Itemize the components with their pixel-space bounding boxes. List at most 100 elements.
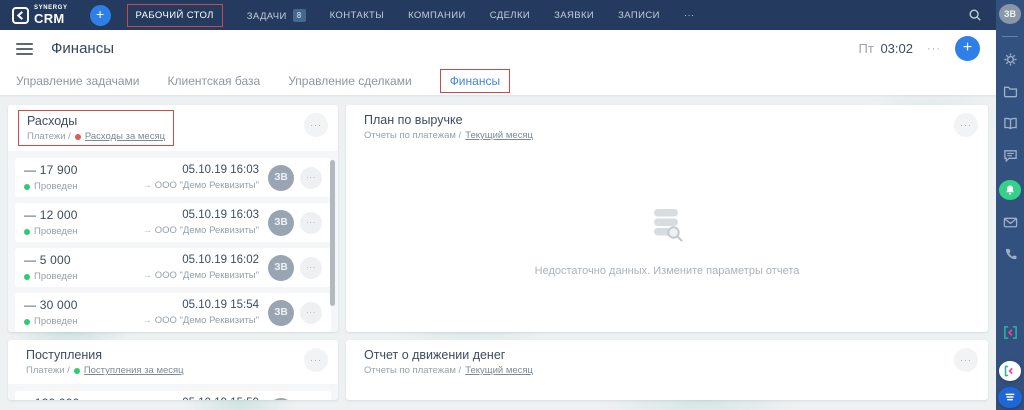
arrow-right-icon: → — [142, 225, 153, 236]
payment-counterparty: ООО "Демо Реквизиты" — [154, 315, 259, 326]
tasks-badge: 8 — [292, 8, 306, 22]
mail-envelope-icon[interactable] — [1003, 215, 1018, 230]
payment-datetime: 05.10.19 16:03 — [182, 164, 259, 176]
expenses-list: — 17 900 Проведен 05.10.19 16:03 → ООО "… — [8, 151, 338, 332]
empty-state-text: Недостаточно данных. Измените параметры … — [534, 265, 800, 277]
expenses-crumb: Платежи / — [27, 131, 71, 142]
brand-bottom: CRM — [34, 11, 65, 26]
synergy-launcher-icon[interactable] — [999, 361, 1021, 381]
list-scrollbar[interactable] — [330, 160, 335, 306]
search-icon[interactable] — [968, 8, 982, 22]
menu-item-desktop[interactable]: РАБОЧИЙ СТОЛ — [126, 3, 223, 27]
payment-row[interactable]: — 5 000 Проведен 05.10.19 16:02 → ООО "Д… — [15, 248, 331, 287]
tab-deal-management[interactable]: Управление сделками — [288, 74, 411, 88]
menu-item-contacts[interactable]: КОНТАКТЫ — [330, 10, 384, 21]
menu-item-requests[interactable]: ЗАЯВКИ — [554, 10, 594, 21]
dashboard-content: Расходы Платежи / Расходы за месяц ··· —… — [0, 95, 996, 410]
app-logo[interactable]: SYNERGY CRM — [0, 5, 78, 25]
menu-item-tasks[interactable]: ЗАДАЧИ 8 — [247, 8, 306, 22]
payment-amount: — 12 000 — [24, 208, 78, 222]
tab-finances[interactable]: Финансы — [439, 69, 511, 93]
weekday-label: Пт — [858, 41, 874, 56]
hamburger-menu-icon[interactable] — [16, 42, 33, 55]
payment-datetime: 05.10.19 16:02 — [182, 254, 259, 266]
expenses-more-button[interactable]: ··· — [304, 113, 328, 137]
datetime-display: Пт 03:02 — [859, 41, 913, 56]
folder-icon[interactable] — [1003, 84, 1018, 99]
income-widget: Поступления Платежи / Поступления за мес… — [8, 340, 338, 400]
menu-item-deals[interactable]: СДЕЛКИ — [490, 10, 530, 21]
notifications-bell-icon[interactable] — [999, 180, 1021, 201]
payment-datetime: 05.10.19 16:03 — [182, 209, 259, 221]
logo-bracket-icon — [12, 6, 29, 24]
payment-more-button[interactable]: ··· — [300, 301, 322, 324]
chat-icon[interactable] — [1003, 148, 1018, 163]
settings-gear-icon[interactable] — [1003, 52, 1018, 67]
brand-text: SYNERGY CRM — [34, 5, 68, 25]
knowledge-book-icon[interactable] — [1003, 116, 1018, 131]
payment-more-button[interactable]: ··· — [300, 211, 322, 234]
responsible-avatar[interactable]: ЗВ — [268, 254, 294, 281]
payment-amount: — 30 000 — [24, 298, 78, 312]
responsible-avatar[interactable]: ЗВ — [268, 209, 294, 236]
page-title: Финансы — [51, 40, 114, 57]
header-more-button[interactable]: ··· — [927, 43, 941, 55]
expenses-widget-header: Расходы Платежи / Расходы за месяц — [18, 110, 175, 146]
expenses-filter-link[interactable]: Расходы за месяц — [85, 131, 165, 142]
expenses-title: Расходы — [27, 114, 78, 128]
sidebar-divider — [1002, 35, 1018, 37]
payment-amount: — 17 900 — [24, 163, 78, 177]
revenue-plan-filter-link[interactable]: Текущий месяц — [465, 130, 533, 141]
status-dot-icon — [24, 318, 30, 325]
payment-more-button[interactable]: ··· — [300, 256, 322, 279]
cashflow-more-button[interactable]: ··· — [954, 348, 978, 372]
revenue-plan-widget: План по выручке Отчеты по платежам / Тек… — [346, 105, 988, 332]
arrow-right-icon: → — [142, 270, 153, 281]
arrow-right-icon: → — [142, 315, 153, 326]
payment-row[interactable]: — 30 000 Проведен 05.10.19 15:54 → ООО "… — [15, 293, 331, 332]
cashflow-filter-link[interactable]: Текущий месяц — [465, 365, 533, 376]
right-sidebar: ЗВ — [996, 0, 1024, 410]
responsible-avatar[interactable]: ЗВ — [268, 397, 294, 400]
menu-item-companies[interactable]: КОМПАНИИ — [408, 10, 466, 21]
income-filter-link[interactable]: Поступления за месяц — [84, 365, 184, 376]
dashboard-tabs: Управление задачами Клиентская база Упра… — [0, 67, 996, 95]
payment-more-button[interactable]: ··· — [300, 166, 322, 189]
no-data-database-icon — [647, 206, 687, 251]
responsible-avatar[interactable]: ЗВ — [268, 299, 294, 326]
empty-state: Недостаточно данных. Измените параметры … — [346, 149, 988, 332]
payment-status: Проведен — [34, 181, 78, 192]
tab-client-base[interactable]: Клиентская база — [168, 74, 261, 88]
responsible-avatar[interactable]: ЗВ — [268, 164, 294, 191]
expenses-widget: Расходы Платежи / Расходы за месяц ··· —… — [8, 105, 338, 332]
page-header: Финансы Пт 03:02 ··· + Управление задача… — [0, 24, 996, 95]
phone-icon[interactable] — [1003, 247, 1018, 262]
menu-item-records[interactable]: ЗАПИСИ — [618, 10, 660, 21]
cashflow-widget: Отчет о движении денег Отчеты по платежа… — [346, 340, 988, 400]
global-add-button[interactable]: + — [89, 4, 111, 26]
user-avatar[interactable]: ЗВ — [999, 4, 1021, 24]
payment-more-button[interactable]: ··· — [300, 399, 322, 400]
green-dot-icon — [73, 367, 80, 374]
tab-task-management[interactable]: Управление задачами — [16, 74, 140, 88]
payment-status: Проведен — [34, 316, 78, 327]
payment-row[interactable]: — 17 900 Проведен 05.10.19 16:03 → ООО "… — [15, 158, 331, 197]
income-crumb: Платежи / — [26, 365, 70, 376]
payment-row[interactable]: + 120 000 05.10.19 15:59 Прове… Елисеев … — [15, 391, 331, 400]
revenue-plan-more-button[interactable]: ··· — [954, 113, 978, 137]
top-navigation-bar: SYNERGY CRM + РАБОЧИЙ СТОЛ ЗАДАЧИ 8 КОНТА… — [0, 0, 996, 30]
menu-more-button[interactable]: ··· — [684, 10, 695, 21]
payment-row[interactable]: — 12 000 Проведен 05.10.19 16:03 → ООО "… — [15, 203, 331, 242]
header-add-button[interactable]: + — [955, 36, 980, 61]
payment-datetime: 05.10.19 15:59 — [182, 397, 259, 400]
revenue-plan-crumb: Отчеты по платежам / — [364, 130, 462, 141]
payment-datetime: 05.10.19 15:54 — [182, 299, 259, 311]
payment-status: Проведен — [34, 271, 78, 282]
cashflow-title: Отчет о движении денег — [364, 348, 506, 362]
synergy-mini-logo-icon[interactable] — [1003, 325, 1018, 345]
arrow-right-icon: → — [142, 180, 153, 191]
income-more-button[interactable]: ··· — [304, 348, 328, 372]
payment-amount: — 5 000 — [24, 253, 71, 267]
chat-widget-icon[interactable] — [998, 386, 1022, 408]
income-list: + 120 000 05.10.19 15:59 Прове… Елисеев … — [8, 384, 338, 400]
